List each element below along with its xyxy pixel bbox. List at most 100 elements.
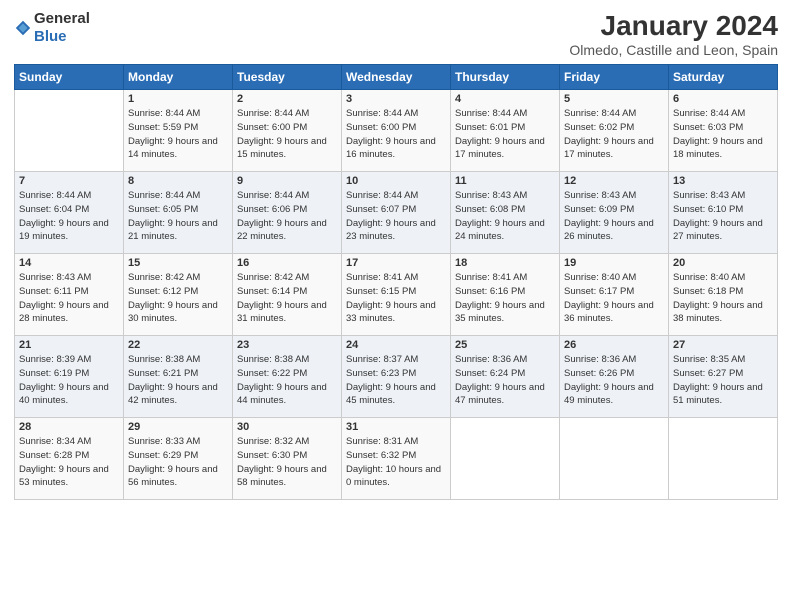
sunrise-text: Sunrise: 8:44 AM: [128, 190, 200, 201]
sunrise-text: Sunrise: 8:33 AM: [128, 436, 200, 447]
sunrise-text: Sunrise: 8:32 AM: [237, 436, 309, 447]
day-info: Sunrise: 8:40 AM Sunset: 6:17 PM Dayligh…: [564, 271, 664, 326]
calendar-cell: 18 Sunrise: 8:41 AM Sunset: 6:16 PM Dayl…: [451, 254, 560, 336]
daylight-text: Daylight: 9 hours and 31 minutes.: [237, 300, 327, 325]
calendar-week-2: 14 Sunrise: 8:43 AM Sunset: 6:11 PM Dayl…: [15, 254, 778, 336]
header: General Blue January 2024 Olmedo, Castil…: [14, 10, 778, 58]
sunset-text: Sunset: 6:17 PM: [564, 286, 634, 297]
daylight-text: Daylight: 9 hours and 42 minutes.: [128, 382, 218, 407]
calendar-cell: 20 Sunrise: 8:40 AM Sunset: 6:18 PM Dayl…: [669, 254, 778, 336]
day-info: Sunrise: 8:44 AM Sunset: 6:07 PM Dayligh…: [346, 189, 446, 244]
header-row: Sunday Monday Tuesday Wednesday Thursday…: [15, 65, 778, 90]
sunset-text: Sunset: 6:00 PM: [346, 122, 416, 133]
sunrise-text: Sunrise: 8:42 AM: [128, 272, 200, 283]
daylight-text: Daylight: 9 hours and 44 minutes.: [237, 382, 327, 407]
calendar-cell: 11 Sunrise: 8:43 AM Sunset: 6:08 PM Dayl…: [451, 172, 560, 254]
day-info: Sunrise: 8:43 AM Sunset: 6:10 PM Dayligh…: [673, 189, 773, 244]
day-info: Sunrise: 8:44 AM Sunset: 6:00 PM Dayligh…: [346, 107, 446, 162]
calendar-cell: 31 Sunrise: 8:31 AM Sunset: 6:32 PM Dayl…: [342, 418, 451, 500]
day-number: 8: [128, 175, 228, 187]
day-number: 9: [237, 175, 337, 187]
calendar-cell: 15 Sunrise: 8:42 AM Sunset: 6:12 PM Dayl…: [124, 254, 233, 336]
day-number: 13: [673, 175, 773, 187]
calendar-cell: 24 Sunrise: 8:37 AM Sunset: 6:23 PM Dayl…: [342, 336, 451, 418]
sunrise-text: Sunrise: 8:44 AM: [237, 108, 309, 119]
header-thursday: Thursday: [451, 65, 560, 90]
location-title: Olmedo, Castille and Leon, Spain: [569, 42, 778, 58]
sunrise-text: Sunrise: 8:41 AM: [455, 272, 527, 283]
sunrise-text: Sunrise: 8:43 AM: [455, 190, 527, 201]
day-number: 23: [237, 339, 337, 351]
day-info: Sunrise: 8:44 AM Sunset: 6:04 PM Dayligh…: [19, 189, 119, 244]
logo: General Blue: [14, 10, 90, 46]
sunset-text: Sunset: 6:14 PM: [237, 286, 307, 297]
sunset-text: Sunset: 6:09 PM: [564, 204, 634, 215]
sunrise-text: Sunrise: 8:40 AM: [673, 272, 745, 283]
day-info: Sunrise: 8:44 AM Sunset: 6:05 PM Dayligh…: [128, 189, 228, 244]
header-sunday: Sunday: [15, 65, 124, 90]
sunset-text: Sunset: 6:30 PM: [237, 450, 307, 461]
daylight-text: Daylight: 9 hours and 38 minutes.: [673, 300, 763, 325]
day-number: 6: [673, 93, 773, 105]
day-number: 30: [237, 421, 337, 433]
day-info: Sunrise: 8:41 AM Sunset: 6:16 PM Dayligh…: [455, 271, 555, 326]
daylight-text: Daylight: 9 hours and 40 minutes.: [19, 382, 109, 407]
header-friday: Friday: [560, 65, 669, 90]
day-info: Sunrise: 8:44 AM Sunset: 6:03 PM Dayligh…: [673, 107, 773, 162]
sunrise-text: Sunrise: 8:43 AM: [673, 190, 745, 201]
day-info: Sunrise: 8:33 AM Sunset: 6:29 PM Dayligh…: [128, 435, 228, 490]
sunset-text: Sunset: 6:15 PM: [346, 286, 416, 297]
calendar-cell: [15, 90, 124, 172]
sunset-text: Sunset: 6:32 PM: [346, 450, 416, 461]
sunrise-text: Sunrise: 8:43 AM: [19, 272, 91, 283]
day-number: 10: [346, 175, 446, 187]
day-number: 18: [455, 257, 555, 269]
sunrise-text: Sunrise: 8:36 AM: [455, 354, 527, 365]
header-monday: Monday: [124, 65, 233, 90]
day-info: Sunrise: 8:35 AM Sunset: 6:27 PM Dayligh…: [673, 353, 773, 408]
sunset-text: Sunset: 6:23 PM: [346, 368, 416, 379]
day-number: 29: [128, 421, 228, 433]
sunset-text: Sunset: 6:21 PM: [128, 368, 198, 379]
sunrise-text: Sunrise: 8:42 AM: [237, 272, 309, 283]
sunset-text: Sunset: 6:28 PM: [19, 450, 89, 461]
calendar-body: 1 Sunrise: 8:44 AM Sunset: 5:59 PM Dayli…: [15, 90, 778, 500]
sunset-text: Sunset: 6:04 PM: [19, 204, 89, 215]
day-number: 12: [564, 175, 664, 187]
day-number: 2: [237, 93, 337, 105]
sunrise-text: Sunrise: 8:44 AM: [346, 190, 418, 201]
day-info: Sunrise: 8:43 AM Sunset: 6:11 PM Dayligh…: [19, 271, 119, 326]
day-info: Sunrise: 8:31 AM Sunset: 6:32 PM Dayligh…: [346, 435, 446, 490]
day-info: Sunrise: 8:42 AM Sunset: 6:14 PM Dayligh…: [237, 271, 337, 326]
daylight-text: Daylight: 9 hours and 26 minutes.: [564, 218, 654, 243]
daylight-text: Daylight: 10 hours and 0 minutes.: [346, 464, 441, 489]
calendar-header: Sunday Monday Tuesday Wednesday Thursday…: [15, 65, 778, 90]
calendar-cell: [451, 418, 560, 500]
calendar-cell: 29 Sunrise: 8:33 AM Sunset: 6:29 PM Dayl…: [124, 418, 233, 500]
header-tuesday: Tuesday: [233, 65, 342, 90]
logo-general: General: [34, 10, 90, 27]
sunset-text: Sunset: 6:11 PM: [19, 286, 89, 297]
calendar-cell: [560, 418, 669, 500]
sunset-text: Sunset: 6:16 PM: [455, 286, 525, 297]
calendar-cell: 21 Sunrise: 8:39 AM Sunset: 6:19 PM Dayl…: [15, 336, 124, 418]
day-info: Sunrise: 8:44 AM Sunset: 5:59 PM Dayligh…: [128, 107, 228, 162]
header-wednesday: Wednesday: [342, 65, 451, 90]
calendar-cell: 3 Sunrise: 8:44 AM Sunset: 6:00 PM Dayli…: [342, 90, 451, 172]
day-number: 15: [128, 257, 228, 269]
sunrise-text: Sunrise: 8:44 AM: [237, 190, 309, 201]
calendar-cell: 12 Sunrise: 8:43 AM Sunset: 6:09 PM Dayl…: [560, 172, 669, 254]
day-info: Sunrise: 8:44 AM Sunset: 6:01 PM Dayligh…: [455, 107, 555, 162]
main-container: General Blue January 2024 Olmedo, Castil…: [0, 0, 792, 510]
calendar-cell: 16 Sunrise: 8:42 AM Sunset: 6:14 PM Dayl…: [233, 254, 342, 336]
calendar-cell: 28 Sunrise: 8:34 AM Sunset: 6:28 PM Dayl…: [15, 418, 124, 500]
calendar-table: Sunday Monday Tuesday Wednesday Thursday…: [14, 64, 778, 500]
calendar-week-0: 1 Sunrise: 8:44 AM Sunset: 5:59 PM Dayli…: [15, 90, 778, 172]
sunset-text: Sunset: 6:00 PM: [237, 122, 307, 133]
calendar-cell: 27 Sunrise: 8:35 AM Sunset: 6:27 PM Dayl…: [669, 336, 778, 418]
sunset-text: Sunset: 6:07 PM: [346, 204, 416, 215]
calendar-cell: 9 Sunrise: 8:44 AM Sunset: 6:06 PM Dayli…: [233, 172, 342, 254]
daylight-text: Daylight: 9 hours and 22 minutes.: [237, 218, 327, 243]
day-number: 27: [673, 339, 773, 351]
calendar-cell: 26 Sunrise: 8:36 AM Sunset: 6:26 PM Dayl…: [560, 336, 669, 418]
